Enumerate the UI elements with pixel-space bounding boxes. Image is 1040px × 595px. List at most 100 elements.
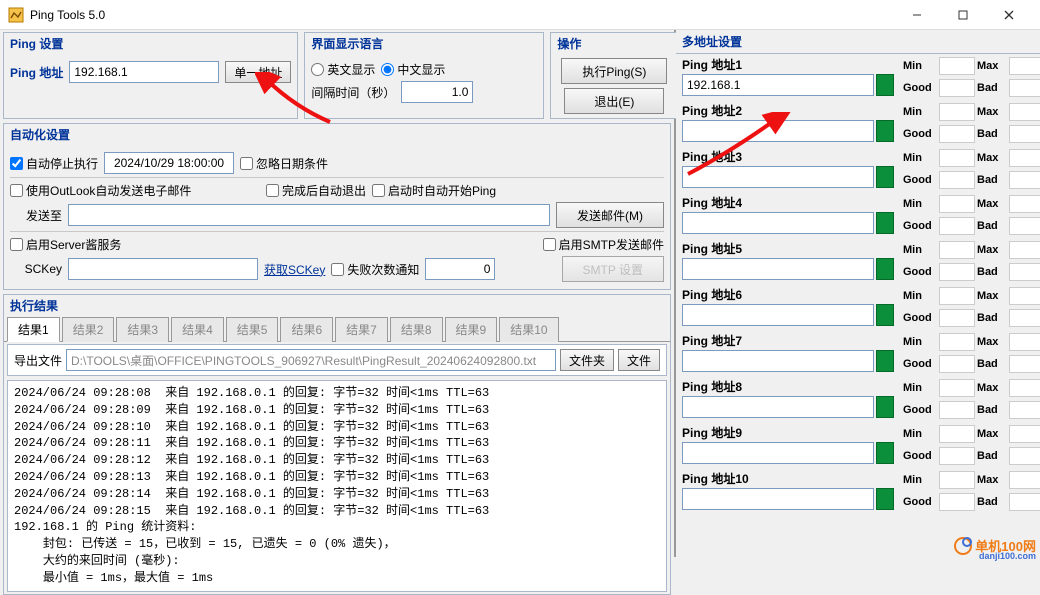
export-path-input[interactable] [66,349,556,371]
result-tab-4[interactable]: 结果4 [171,317,224,342]
folder-button[interactable]: 文件夹 [560,349,614,371]
single-addr-button[interactable]: 单一地址 [225,61,291,83]
send-mail-button[interactable]: 发送邮件(M) [556,202,664,228]
result-log[interactable]: 2024/06/24 09:28:08 来自 192.168.0.1 的回复: … [7,380,667,592]
multi-addr-label: Ping 地址8 [682,378,894,395]
run-ping-button[interactable]: 执行Ping(S) [561,58,667,84]
min-value [939,57,975,75]
good-value [939,125,975,143]
multi-addr-input-6[interactable] [682,304,874,326]
multi-addr-label: Ping 地址9 [682,424,894,441]
multi-addr-row-2: Ping 地址2MinMaxGoodBad [676,100,1040,146]
result-tab-3[interactable]: 结果3 [116,317,169,342]
sckey-input[interactable] [68,258,258,280]
result-tab-10[interactable]: 结果10 [499,317,558,342]
multi-addr-row-3: Ping 地址3MinMaxGoodBad [676,146,1040,192]
result-tab-9[interactable]: 结果9 [445,317,498,342]
max-value [1009,425,1040,443]
multi-addr-label: Ping 地址7 [682,332,894,349]
sckey-label: SCKey [10,262,62,276]
good-value [939,217,975,235]
status-square-icon [876,120,894,142]
status-square-icon [876,258,894,280]
status-square-icon [876,442,894,464]
results-group: 执行结果 结果1结果2结果3结果4结果5结果6结果7结果8结果9结果10 导出文… [3,294,671,595]
result-tab-6[interactable]: 结果6 [280,317,333,342]
result-tab-7[interactable]: 结果7 [335,317,388,342]
status-square-icon [876,74,894,96]
automation-group: 自动化设置 自动停止执行 忽略日期条件 使用OutLook自动发送电子邮件 完成… [3,123,671,290]
fail-notify-checkbox[interactable]: 失败次数通知 [331,261,419,278]
use-outlook-checkbox[interactable]: 使用OutLook自动发送电子邮件 [10,182,260,199]
close-button[interactable] [986,0,1032,30]
max-value [1009,57,1040,75]
min-value [939,333,975,351]
auto-stop-time-input[interactable] [104,152,234,174]
good-value [939,401,975,419]
multi-addr-input-9[interactable] [682,442,874,464]
bad-value [1009,309,1040,327]
result-tab-2[interactable]: 结果2 [62,317,115,342]
multi-addr-input-10[interactable] [682,488,874,510]
send-to-input[interactable] [68,204,550,226]
multi-addr-input-8[interactable] [682,396,874,418]
ignore-date-checkbox[interactable]: 忽略日期条件 [240,155,328,172]
multi-addr-input-1[interactable] [682,74,874,96]
bad-value [1009,217,1040,235]
get-sckey-link[interactable]: 获取SCKey [264,261,325,278]
auto-start-checkbox[interactable]: 启动时自动开始Ping [372,182,496,199]
multi-addr-title: 多地址设置 [676,30,1040,54]
auto-stop-checkbox[interactable]: 自动停止执行 [10,155,98,172]
auto-exit-checkbox[interactable]: 完成后自动退出 [266,182,366,199]
multi-addr-input-4[interactable] [682,212,874,234]
multi-addr-label: Ping 地址4 [682,194,894,211]
bad-value [1009,447,1040,465]
bad-value [1009,79,1040,97]
multi-addr-row-8: Ping 地址8MinMaxGoodBad [676,376,1040,422]
multi-addr-row-1: Ping 地址1MinMaxGoodBad [676,54,1040,100]
multi-addr-input-2[interactable] [682,120,874,142]
multi-addr-input-5[interactable] [682,258,874,280]
ping-addr-input[interactable] [69,61,219,83]
operations-title: 操作 [551,33,677,54]
result-tab-8[interactable]: 结果8 [390,317,443,342]
max-value [1009,379,1040,397]
bad-value [1009,125,1040,143]
result-tab-1[interactable]: 结果1 [7,317,60,342]
fail-count-input[interactable] [425,258,495,280]
multi-addr-row-5: Ping 地址5MinMaxGoodBad [676,238,1040,284]
max-value [1009,149,1040,167]
lang-cn-radio[interactable]: 中文显示 [381,61,445,78]
serverchan-checkbox[interactable]: 启用Server酱服务 [10,236,260,253]
app-icon [8,7,24,23]
min-value [939,425,975,443]
min-value [939,241,975,259]
exit-button[interactable]: 退出(E) [564,88,664,114]
minimize-button[interactable] [894,0,940,30]
watermark-logo-icon [954,537,972,555]
multi-addr-row-6: Ping 地址6MinMaxGoodBad [676,284,1040,330]
min-value [939,287,975,305]
ping-addr-label: Ping 地址 [10,64,63,81]
multi-addr-input-3[interactable] [682,166,874,188]
status-square-icon [876,304,894,326]
smtp-checkbox[interactable]: 启用SMTP发送邮件 [543,236,664,253]
max-value [1009,103,1040,121]
multi-addr-input-7[interactable] [682,350,874,372]
max-value [1009,471,1040,489]
multi-addr-label: Ping 地址10 [682,470,894,487]
lang-en-radio[interactable]: 英文显示 [311,61,375,78]
file-button[interactable]: 文件 [618,349,660,371]
maximize-button[interactable] [940,0,986,30]
send-to-label: 发送至 [10,207,62,224]
watermark: 单机100网 danji100.com [954,536,1036,555]
smtp-settings-button[interactable]: SMTP 设置 [562,256,664,282]
multi-addr-label: Ping 地址3 [682,148,894,165]
status-square-icon [876,350,894,372]
language-group: 界面显示语言 英文显示 中文显示 间隔时间（秒） [304,32,544,119]
bad-value [1009,171,1040,189]
language-title: 界面显示语言 [305,33,543,54]
interval-input[interactable] [401,81,473,103]
min-value [939,379,975,397]
result-tab-5[interactable]: 结果5 [226,317,279,342]
